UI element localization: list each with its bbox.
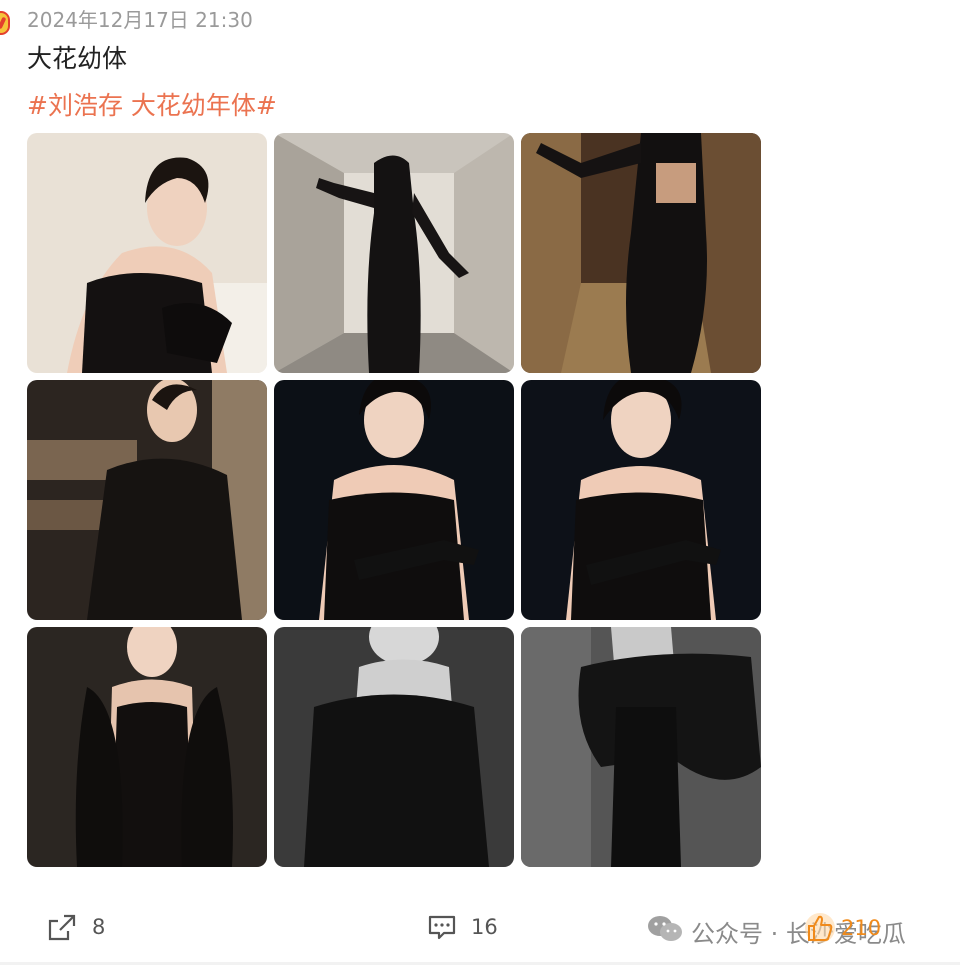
like-button[interactable]: 210 [803, 912, 881, 944]
photo-6[interactable] [521, 380, 761, 620]
photo-5[interactable] [274, 380, 514, 620]
photo-grid [27, 133, 761, 867]
post-timestamp[interactable]: 2024年12月17日 21:30 [27, 4, 253, 33]
avatar-badge[interactable] [0, 11, 10, 35]
thumbs-up-icon [803, 912, 837, 944]
photo-3[interactable] [521, 133, 761, 373]
comment-count: 16 [471, 915, 498, 939]
like-count: 210 [841, 916, 882, 940]
photo-2[interactable] [274, 133, 514, 373]
post-text: 大花幼体 [27, 44, 128, 73]
post-action-bar: 8 16 公众号 · 长沙爱吃瓜 210 [0, 900, 960, 960]
photo-1[interactable] [27, 133, 267, 373]
photo-8[interactable] [274, 627, 514, 867]
photo-7[interactable] [27, 627, 267, 867]
photo-4[interactable] [27, 380, 267, 620]
repost-count: 8 [92, 915, 106, 939]
photo-9[interactable] [521, 627, 761, 867]
wechat-icon [647, 915, 683, 949]
comment-button[interactable]: 16 [427, 912, 498, 942]
repost-button[interactable]: 8 [46, 912, 105, 942]
repost-icon [46, 912, 78, 942]
comment-icon [427, 912, 457, 942]
topic-link[interactable]: #刘浩存 大花幼年体# [27, 86, 277, 122]
